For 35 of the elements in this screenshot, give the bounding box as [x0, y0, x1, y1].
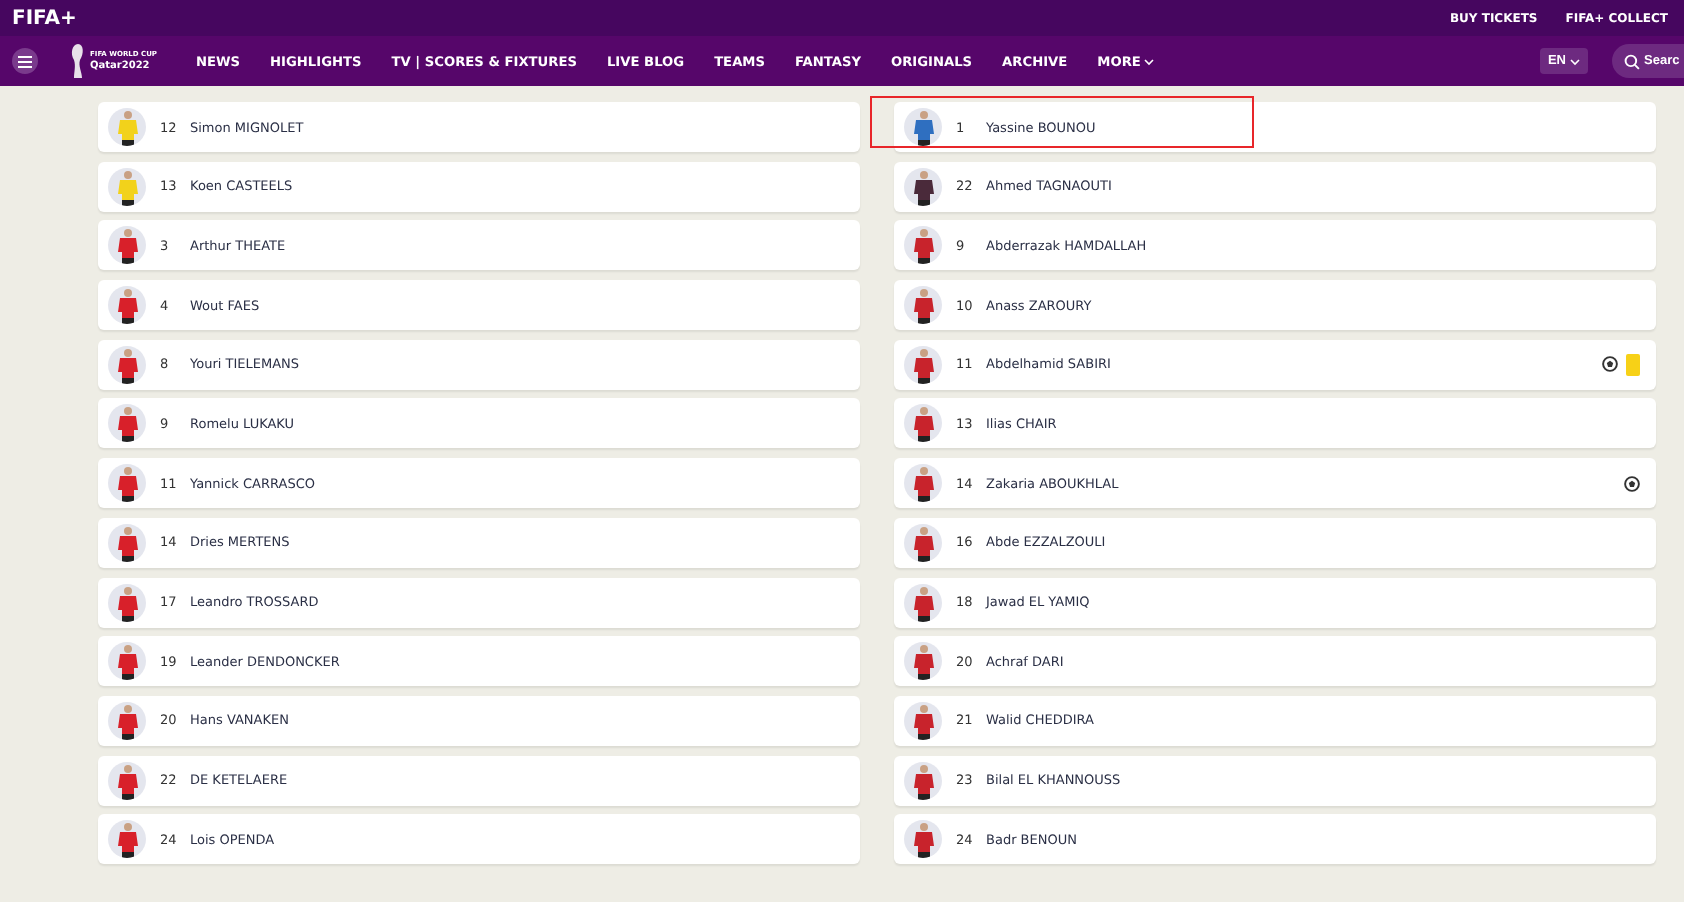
player-jersey-icon — [115, 347, 139, 384]
player-jersey-icon — [115, 466, 139, 503]
player-jersey-icon — [115, 406, 139, 443]
player-jersey-icon — [911, 525, 935, 562]
menu-icon — [18, 55, 32, 67]
player-jersey-icon — [115, 169, 139, 206]
player-jersey-icon — [115, 822, 139, 859]
player-jersey-icon — [911, 644, 935, 681]
player-jersey-icon — [911, 110, 935, 146]
fifa-plus-logo[interactable]: FIFA+ — [12, 7, 77, 29]
player-jersey-icon — [115, 644, 139, 681]
player-jersey-icon — [115, 525, 139, 562]
player-jersey-icon — [911, 406, 935, 443]
menu-button[interactable] — [12, 48, 38, 74]
caret-icon — [1570, 57, 1580, 65]
football-icon — [1602, 356, 1618, 373]
player-jersey-icon — [911, 585, 935, 621]
player-jersey-icon — [115, 228, 139, 265]
booking-card-icon — [1626, 353, 1640, 376]
player-jersey-icon — [911, 763, 935, 800]
player-jersey-icon — [911, 169, 935, 206]
football-icon — [1624, 475, 1640, 492]
player-jersey-icon — [911, 466, 935, 503]
player-jersey-icon — [115, 763, 139, 800]
player-jersey-icon — [911, 822, 935, 859]
search-icon — [1624, 53, 1640, 69]
player-jersey-icon — [911, 703, 935, 740]
player-jersey-icon — [115, 110, 139, 146]
trophy-icon — [70, 41, 86, 81]
player-jersey-icon — [115, 585, 139, 621]
player-jersey-icon — [911, 228, 935, 265]
player-jersey-icon — [911, 347, 935, 384]
player-jersey-icon — [115, 288, 139, 325]
player-jersey-icon — [115, 703, 139, 740]
player-jersey-icon — [911, 288, 935, 325]
